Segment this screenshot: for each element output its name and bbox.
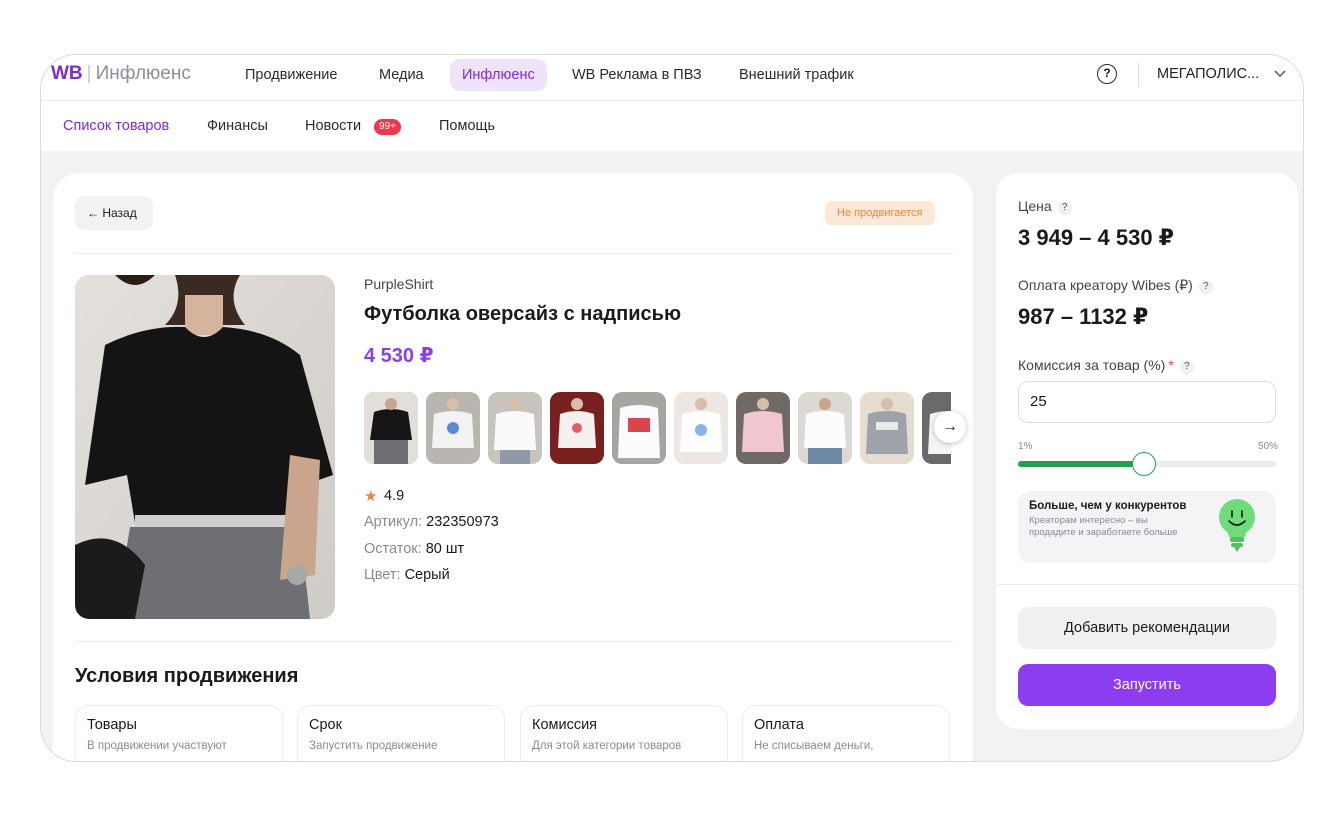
product-price: 4 530 ₽ (364, 345, 434, 367)
add-recommendations-button[interactable]: Добавить рекомендации (1018, 607, 1276, 649)
sub-nav: Список товаров Финансы Новости Помощь (41, 101, 1303, 151)
product-brand: PurpleShirt (364, 276, 434, 292)
divider (996, 584, 1298, 585)
question-icon[interactable]: ? (1057, 201, 1072, 215)
product-rating: 4.9 (384, 488, 405, 504)
status-badge: Не продвигается (825, 201, 935, 225)
nav-item-media[interactable]: Медиа (367, 59, 436, 91)
tab-product-list[interactable]: Список товаров (63, 118, 169, 134)
price-label: Цена? (1018, 198, 1072, 215)
tab-finance[interactable]: Финансы (207, 118, 268, 134)
product-article: Артикул: 232350973 (364, 514, 499, 530)
thumbnail[interactable] (736, 392, 790, 464)
range-min-label: 1% (1018, 441, 1033, 452)
product-stock: Остаток: 80 шт (364, 541, 465, 557)
condition-card-payment: Оплата Не списываем деньги, (742, 705, 950, 761)
question-icon[interactable]: ? (1198, 280, 1213, 294)
hint-description: Креаторам интересно – вы продадите и зар… (1029, 515, 1178, 538)
condition-card-term: Срок Запустить продвижение (297, 705, 505, 761)
product-title: Футболка оверсайз с надписью (364, 303, 682, 325)
divider (75, 641, 953, 642)
news-count-badge: 99+ (374, 119, 401, 135)
thumbnail-strip (364, 391, 951, 465)
logo[interactable]: WB | Инфлюенс (51, 63, 191, 85)
top-bar: WB | Инфлюенс Продвижение Медиа Инфлюенс W… (41, 55, 1303, 101)
commission-label: Комиссия за товар (%) *? (1018, 357, 1194, 374)
launch-button[interactable]: Запустить (1018, 664, 1276, 706)
nav-item-external-traffic[interactable]: Внешний трафик (727, 59, 866, 91)
section-title: Условия продвижения (75, 665, 299, 687)
product-color: Цвет: Серый (364, 567, 450, 583)
thumbnail[interactable] (860, 392, 914, 464)
thumbnail[interactable] (674, 392, 728, 464)
payout-label: Оплата креатору Wibes (₽)? (1018, 277, 1213, 294)
thumbnail[interactable] (364, 392, 418, 464)
star-icon: ★ (364, 488, 378, 505)
payout-range: 987 – 1132 ₽ (1018, 304, 1149, 329)
product-main-image[interactable] (75, 275, 335, 619)
arrow-right-icon[interactable]: → (934, 411, 966, 443)
slider-fill (1018, 461, 1145, 467)
divider (75, 253, 953, 254)
range-max-label: 50% (1258, 441, 1279, 452)
lightbulb-smile-icon (1216, 497, 1258, 560)
price-range: 3 949 – 4 530 ₽ (1018, 225, 1174, 250)
thumbnail[interactable] (550, 392, 604, 464)
thumbnail[interactable] (612, 392, 666, 464)
back-button[interactable]: ← Назад (75, 196, 153, 230)
slider-handle[interactable] (1132, 452, 1157, 476)
launch-panel: Цена? 3 949 – 4 530 ₽ Оплата креатору Wi… (996, 173, 1298, 729)
condition-card-commission: Комиссия Для этой категории товаров (520, 705, 728, 761)
hint-box: Больше, чем у конкурентов Креаторам инте… (1018, 491, 1276, 563)
thumbnail[interactable] (798, 392, 852, 464)
commission-slider[interactable] (1018, 452, 1276, 476)
thumbnail[interactable] (488, 392, 542, 464)
nav-item-influence[interactable]: Инфлюенс (450, 59, 547, 91)
thumbnail[interactable] (426, 392, 480, 464)
divider (1138, 63, 1139, 87)
chevron-down-icon[interactable] (1274, 67, 1286, 81)
question-circle-icon[interactable]: ? (1097, 64, 1117, 84)
account-name[interactable]: МЕГАПОЛИС... (1157, 66, 1259, 82)
tab-news[interactable]: Новости (305, 118, 361, 134)
commission-input[interactable]: 25 (1018, 381, 1276, 423)
nav-item-wb-ads[interactable]: WB Реклама в ПВЗ (560, 59, 714, 91)
app-window: WB | Инфлюенс Продвижение Медиа Инфлюенс W… (40, 54, 1304, 762)
arrow-left-icon: ← (87, 206, 99, 220)
condition-card-products: Товары В продвижении участвуют (75, 705, 283, 761)
question-icon[interactable]: ? (1179, 360, 1194, 374)
nav-item-promotion[interactable]: Продвижение (233, 59, 349, 91)
product-card: ← Назад Не продвигается PurpleShirt Футб… (53, 173, 973, 761)
tab-help[interactable]: Помощь (439, 118, 495, 134)
